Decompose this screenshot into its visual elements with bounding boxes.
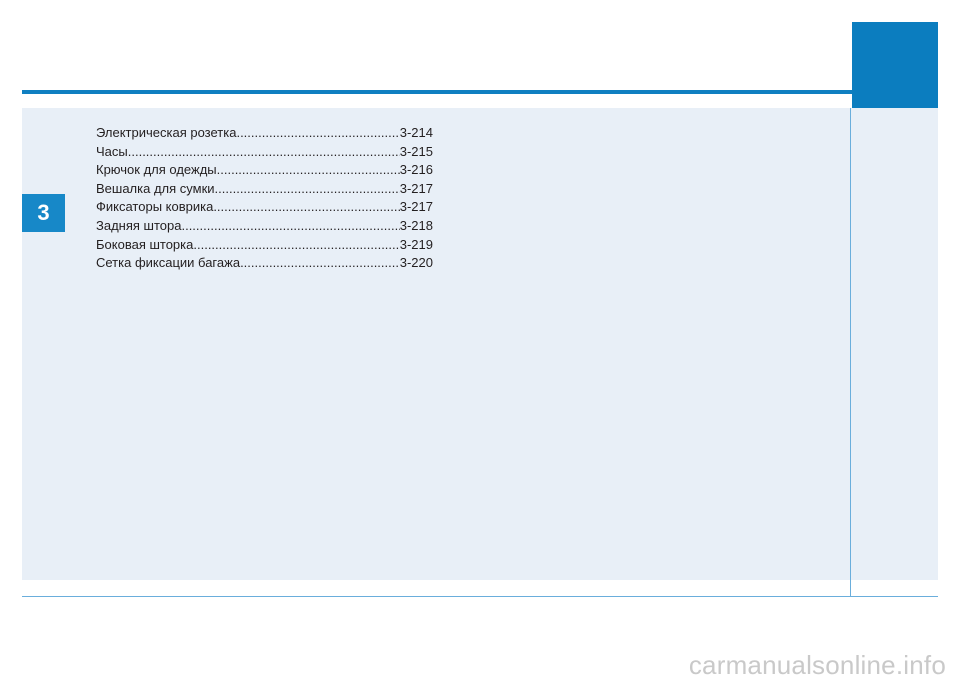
site-watermark: carmanualsonline.info [688,650,946,680]
toc-leader-dots [240,255,400,270]
toc-entry[interactable]: Сетка фиксации багажа 3-220 [96,255,433,274]
chapter-tab[interactable]: 3 [22,194,65,232]
toc-entry-title: Сетка фиксации багажа [96,255,241,271]
toc-entry-title: Вешалка для сумки [96,180,215,196]
toc-entry-page: 3-217 [399,199,433,215]
toc-entry-page: 3-215 [399,143,433,159]
toc-entry-title: Задняя штора [96,217,182,233]
top-rule [22,90,852,94]
toc-leader-dots [217,162,400,177]
toc-leader-dots [213,199,399,214]
toc-entry-page: 3-218 [399,217,433,233]
toc-entry-title: Крючок для одежды [96,162,217,178]
toc-entry-title: Фиксаторы коврика [96,199,214,215]
toc-entry-page: 3-219 [399,236,433,252]
toc-entry-page: 3-216 [399,162,433,178]
toc-entry[interactable]: Вешалка для сумки 3-217 [96,181,433,200]
toc-entry[interactable]: Часы 3-215 [96,144,433,163]
toc-entry-page: 3-217 [399,180,433,196]
toc-leader-dots [128,144,400,159]
toc-leader-dots [193,237,399,252]
toc-leader-dots [181,218,399,233]
toc-entry-title: Часы [96,143,128,159]
toc-entry[interactable]: Боковая шторка 3-219 [96,237,433,256]
table-of-contents: Электрическая розетка 3-214 Часы 3-215 К… [96,125,433,274]
toc-entry-title: Электрическая розетка [96,125,237,140]
toc-leader-dots [215,181,400,196]
toc-entry[interactable]: Электрическая розетка 3-214 [96,125,433,144]
bottom-rule [22,596,938,597]
toc-entry-page: 3-214 [399,125,433,140]
right-margin-divider [850,108,851,596]
chapter-corner-block [852,22,938,108]
toc-entry-title: Боковая шторка [96,236,194,252]
toc-entry[interactable]: Фиксаторы коврика 3-217 [96,199,433,218]
toc-entry[interactable]: Крючок для одежды 3-216 [96,162,433,181]
toc-entry[interactable]: Задняя штора 3-218 [96,218,433,237]
toc-entry-page: 3-220 [399,255,433,271]
toc-leader-dots [236,125,399,140]
